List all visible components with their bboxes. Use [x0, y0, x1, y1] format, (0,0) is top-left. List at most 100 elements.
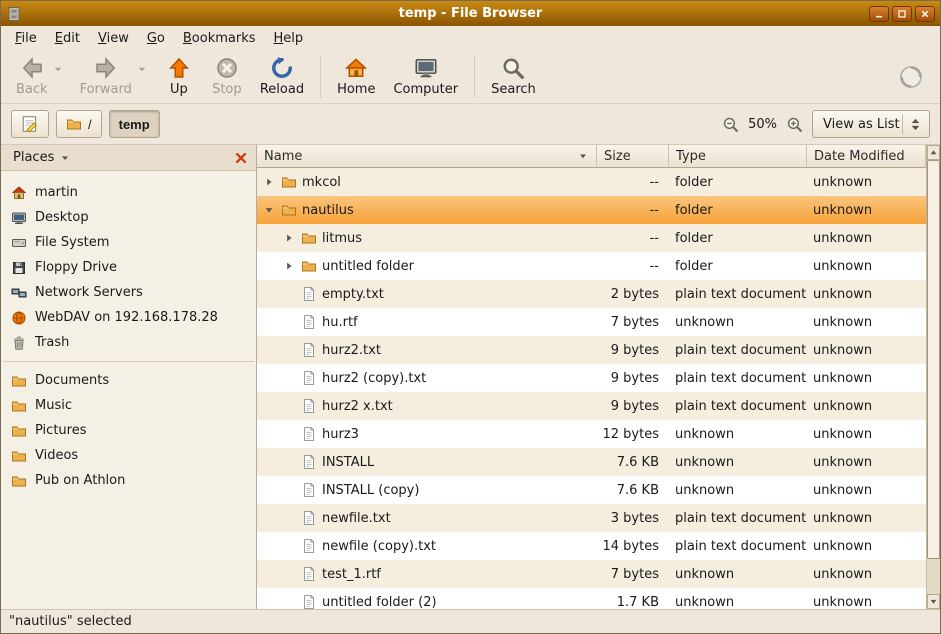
search-button[interactable]: Search [482, 52, 545, 101]
file-modified: unknown [807, 588, 926, 609]
floppy-icon [11, 260, 27, 276]
sidebar-item-desktop[interactable]: Desktop [1, 205, 256, 230]
file-type: plain text document [669, 532, 807, 560]
file-row-install-copy-[interactable]: INSTALL (copy)7.6 KBunknownunknown [257, 476, 926, 504]
sidebar-item-label: Trash [35, 335, 69, 350]
file-modified: unknown [807, 168, 926, 196]
menu-go[interactable]: Go [139, 28, 173, 49]
list-header: NameSizeTypeDate Modified [257, 145, 926, 168]
view-as-combo[interactable]: View as List [812, 110, 930, 138]
file-row-empty-txt[interactable]: empty.txt2 bytesplain text documentunkno… [257, 280, 926, 308]
toggle-location-entry-button[interactable] [11, 110, 49, 138]
close-button[interactable] [915, 6, 935, 22]
file-row-untitled-folder[interactable]: untitled folder--folderunknown [257, 252, 926, 280]
scroll-down-button[interactable] [927, 594, 940, 609]
up-icon [167, 56, 191, 80]
sidebar-item-webdav-on-192-168-178-28[interactable]: WebDAV on 192.168.178.28 [1, 305, 256, 330]
forward-history-dropdown[interactable] [137, 64, 147, 74]
folder-icon [66, 116, 82, 132]
sidebar-item-label: File System [35, 235, 109, 250]
scroll-up-button[interactable] [927, 145, 940, 160]
menu-edit[interactable]: Edit [47, 28, 88, 49]
file-row-newfile-copy-txt[interactable]: newfile (copy).txt14 bytesplain text doc… [257, 532, 926, 560]
folder-small-icon [11, 473, 27, 489]
file-row-test-1-rtf[interactable]: test_1.rtf7 bytesunknownunknown [257, 560, 926, 588]
sidebar-item-label: Videos [35, 448, 78, 463]
file-row-hu-rtf[interactable]: hu.rtf7 bytesunknownunknown [257, 308, 926, 336]
up-button[interactable]: Up [155, 52, 203, 101]
sidebar-item-label: martin [35, 185, 78, 200]
file-name: INSTALL [322, 455, 374, 470]
file-row-mkcol[interactable]: mkcol--folderunknown [257, 168, 926, 196]
sidebar-item-videos[interactable]: Videos [1, 443, 256, 468]
sidebar-item-music[interactable]: Music [1, 393, 256, 418]
menu-view[interactable]: View [90, 28, 137, 49]
sidebar-item-network-servers[interactable]: Network Servers [1, 280, 256, 305]
text-file-icon [301, 286, 317, 302]
column-header-type[interactable]: Type [669, 145, 807, 168]
sidebar-item-trash[interactable]: Trash [1, 330, 256, 355]
file-size: 7.6 KB [597, 448, 669, 476]
combo-separator [902, 114, 903, 134]
text-file-icon [301, 370, 317, 386]
zoom-out-button[interactable] [722, 116, 739, 133]
sidebar-item-martin[interactable]: martin [1, 180, 256, 205]
file-row-hurz2-copy-txt[interactable]: hurz2 (copy).txt9 bytesplain text docume… [257, 364, 926, 392]
expander-collapsed-icon[interactable] [262, 176, 276, 188]
file-name: untitled folder (2) [322, 595, 437, 610]
menu-file[interactable]: File [7, 28, 45, 49]
combo-arrows-icon [908, 117, 923, 132]
text-file-icon [301, 594, 317, 609]
expander-collapsed-icon[interactable] [282, 260, 296, 272]
computer-button[interactable]: Computer [384, 52, 467, 101]
sidebar-item-floppy-drive[interactable]: Floppy Drive [1, 255, 256, 280]
places-selector[interactable]: Places [7, 148, 76, 167]
path-button-root[interactable]: / [56, 110, 102, 138]
computer-icon [414, 56, 438, 80]
file-type: plain text document [669, 280, 807, 308]
maximize-button[interactable] [892, 6, 912, 22]
scrollbar-thumb[interactable] [927, 160, 940, 559]
forward-button[interactable]: Forward [71, 52, 141, 101]
file-modified: unknown [807, 224, 926, 252]
file-modified: unknown [807, 532, 926, 560]
file-row-install[interactable]: INSTALL7.6 KBunknownunknown [257, 448, 926, 476]
file-name: untitled folder [322, 259, 414, 274]
titlebar[interactable]: temp - File Browser [1, 1, 940, 26]
sidebar-close-button[interactable] [232, 149, 250, 167]
menu-bookmarks[interactable]: Bookmarks [175, 28, 264, 49]
file-row-hurz3[interactable]: hurz312 bytesunknownunknown [257, 420, 926, 448]
column-header-name[interactable]: Name [257, 145, 597, 168]
menu-help[interactable]: Help [266, 28, 312, 49]
file-row-newfile-txt[interactable]: newfile.txt3 bytesplain text documentunk… [257, 504, 926, 532]
file-row-hurz2-txt[interactable]: hurz2.txt9 bytesplain text documentunkno… [257, 336, 926, 364]
file-row-litmus[interactable]: litmus--folderunknown [257, 224, 926, 252]
expander-expanded-icon[interactable] [262, 204, 276, 216]
zoom-in-button[interactable] [786, 116, 803, 133]
file-type: unknown [669, 476, 807, 504]
file-row-nautilus[interactable]: nautilus--folderunknown [257, 196, 926, 224]
column-header-size[interactable]: Size [597, 145, 669, 168]
home-button[interactable]: Home [328, 52, 384, 101]
vertical-scrollbar[interactable] [926, 145, 940, 609]
sidebar-item-file-system[interactable]: File System [1, 230, 256, 255]
file-modified: unknown [807, 448, 926, 476]
minimize-button[interactable] [869, 6, 889, 22]
back-history-dropdown[interactable] [53, 64, 63, 74]
stop-button[interactable]: Stop [203, 52, 251, 101]
sidebar-item-label: WebDAV on 192.168.178.28 [35, 310, 218, 325]
expander-collapsed-icon[interactable] [282, 232, 296, 244]
file-row-hurz2-x-txt[interactable]: hurz2 x.txt9 bytesplain text documentunk… [257, 392, 926, 420]
sidebar-item-pub-on-athlon[interactable]: Pub on Athlon [1, 468, 256, 493]
trash-icon [11, 335, 27, 351]
sidebar-item-documents[interactable]: Documents [1, 368, 256, 393]
column-header-date-modified[interactable]: Date Modified [807, 145, 926, 168]
back-button[interactable]: Back [7, 52, 57, 101]
scrollbar-track[interactable] [927, 160, 940, 594]
sidebar-item-pictures[interactable]: Pictures [1, 418, 256, 443]
reload-button[interactable]: Reload [251, 52, 313, 101]
sidebar-item-label: Music [35, 398, 72, 413]
path-button-current[interactable]: temp [109, 110, 160, 138]
toolbar-separator [474, 56, 475, 98]
file-row-untitled-folder-2-[interactable]: untitled folder (2)1.7 KBunknownunknown [257, 588, 926, 609]
